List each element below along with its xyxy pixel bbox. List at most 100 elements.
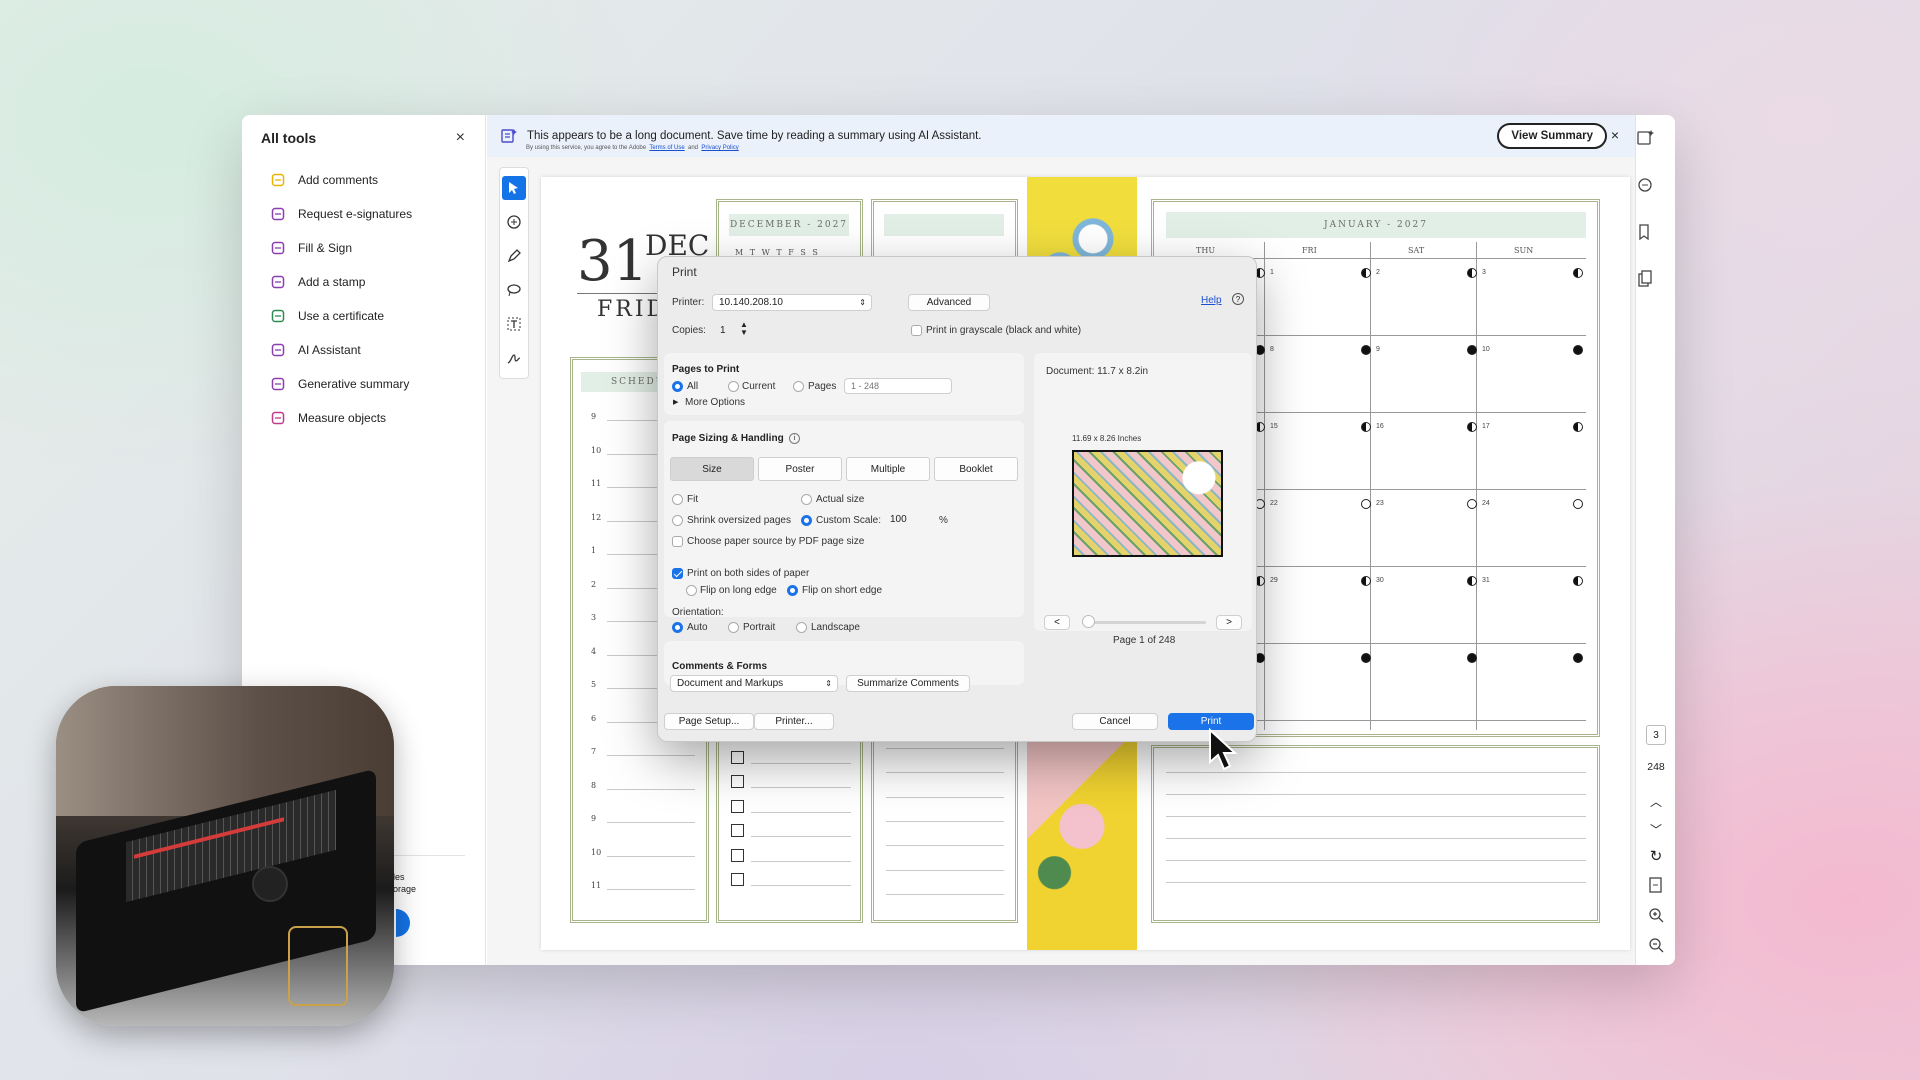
close-tools-button[interactable]: × xyxy=(456,129,465,147)
moon-phase-icon xyxy=(1361,268,1371,278)
moon-phase-icon xyxy=(1467,499,1477,509)
current-page-input[interactable]: 3 xyxy=(1646,725,1666,745)
tool-item-ai-assistant[interactable]: AI Assistant xyxy=(242,333,485,367)
note-line xyxy=(886,772,1004,774)
select-tool-button[interactable] xyxy=(502,176,526,200)
moon-phase-icon xyxy=(1467,268,1477,278)
preview-slider-track[interactable] xyxy=(1082,621,1206,624)
tool-item-measure-objects[interactable]: Measure objects xyxy=(242,401,485,435)
tool-item-fill-sign[interactable]: Fill & Sign xyxy=(242,231,485,265)
todo-checkbox[interactable] xyxy=(731,848,744,862)
preview-slider-thumb[interactable] xyxy=(1082,615,1095,628)
tab-booklet[interactable]: Booklet xyxy=(934,457,1018,481)
current-label: Current xyxy=(742,381,776,392)
page-fit-icon[interactable] xyxy=(1648,877,1664,893)
copies-stepper-icon[interactable]: ▲ ▼ xyxy=(740,321,748,337)
scale-input[interactable]: 100 xyxy=(884,511,930,528)
auto-radio[interactable] xyxy=(672,622,683,633)
moon-phase-icon xyxy=(1361,345,1371,355)
jan-day-number: 29 xyxy=(1270,577,1278,584)
paper-source-label: Choose paper source by PDF page size xyxy=(687,536,865,547)
grayscale-checkbox[interactable] xyxy=(911,325,922,336)
view-summary-button[interactable]: View Summary xyxy=(1497,123,1607,149)
ai-assistant-icon[interactable] xyxy=(1636,129,1654,147)
text-tool-button[interactable] xyxy=(502,312,526,336)
tool-item-request-e-signatures[interactable]: Request e-signatures xyxy=(242,197,485,231)
more-options-toggle[interactable]: More Options xyxy=(685,397,745,408)
highlight-tool-button[interactable] xyxy=(502,244,526,268)
actual-size-radio[interactable] xyxy=(801,494,812,505)
tab-multiple[interactable]: Multiple xyxy=(846,457,930,481)
sizing-title: Page Sizing & Handling xyxy=(672,433,784,444)
rotate-icon[interactable]: ↻ xyxy=(1636,847,1675,865)
both-sides-checkbox[interactable] xyxy=(672,568,683,579)
disclosure-triangle-icon[interactable]: ▶ xyxy=(673,398,678,406)
advanced-button[interactable]: Advanced xyxy=(908,294,990,311)
tab-poster[interactable]: Poster xyxy=(758,457,842,481)
cancel-button[interactable]: Cancel xyxy=(1072,713,1158,730)
pages-title: Pages to Print xyxy=(672,364,740,375)
footer-button[interactable] xyxy=(396,909,410,937)
january-band: JANUARY - 2027 xyxy=(1166,212,1586,238)
todo-checkbox[interactable] xyxy=(731,775,744,788)
printer-button[interactable]: Printer... xyxy=(754,713,834,730)
help-link[interactable]: Help xyxy=(1201,295,1222,306)
moon-phase-icon xyxy=(1467,653,1477,663)
chevron-up-icon[interactable]: ︿ xyxy=(1636,793,1675,810)
custom-scale-radio[interactable] xyxy=(801,515,812,526)
pages-radio[interactable] xyxy=(793,381,804,392)
fit-radio[interactable] xyxy=(672,494,683,505)
comment-icon[interactable] xyxy=(1636,176,1654,194)
todo-checkbox[interactable] xyxy=(731,873,744,886)
moon-phase-icon xyxy=(1573,345,1583,355)
prev-page-button[interactable]: < xyxy=(1044,615,1070,630)
todo-checkbox[interactable] xyxy=(731,799,744,813)
pages-icon[interactable] xyxy=(1636,270,1654,288)
banner-close-button[interactable]: × xyxy=(1611,127,1619,143)
note-line xyxy=(886,869,1004,871)
privacy-link[interactable]: Privacy Policy xyxy=(701,145,738,151)
bookmark-icon[interactable] xyxy=(1636,223,1654,241)
moon-phase-icon xyxy=(1573,499,1583,509)
moon-phase-icon xyxy=(1573,268,1583,278)
text-box-icon xyxy=(507,317,521,331)
comment-plus-icon xyxy=(507,215,521,229)
shrink-radio[interactable] xyxy=(672,515,683,526)
zoom-in-icon[interactable] xyxy=(1648,907,1664,923)
hour-label: 10 xyxy=(591,445,602,455)
flip-short-radio[interactable] xyxy=(787,585,798,596)
tool-item-generative-summary[interactable]: Generative summary xyxy=(242,367,485,401)
sign-tool-button[interactable] xyxy=(502,346,526,370)
draw-tool-button[interactable] xyxy=(502,278,526,302)
hour-label: 10 xyxy=(591,847,602,857)
tool-item-add-a-stamp[interactable]: Add a stamp xyxy=(242,265,485,299)
summarize-comments-button[interactable]: Summarize Comments xyxy=(846,675,970,692)
current-radio[interactable] xyxy=(728,381,739,392)
all-radio[interactable] xyxy=(672,381,683,392)
comment-tool-button[interactable] xyxy=(502,210,526,234)
portrait-radio[interactable] xyxy=(728,622,739,633)
tab-size[interactable]: Size xyxy=(670,457,754,481)
next-page-button[interactable]: > xyxy=(1216,615,1242,630)
schedule-line xyxy=(607,755,695,756)
tool-item-use-a-certificate[interactable]: Use a certificate xyxy=(242,299,485,333)
paper-source-checkbox[interactable] xyxy=(672,536,683,547)
tool-item-add-comments[interactable]: Add comments xyxy=(242,163,485,197)
comments-select[interactable]: Document and Markups ⇕ xyxy=(670,675,838,692)
todo-checkbox[interactable] xyxy=(731,824,744,837)
jan-day-number: 15 xyxy=(1270,423,1278,430)
info-icon[interactable]: ? xyxy=(1232,293,1244,305)
chevron-down-icon[interactable]: ﹀ xyxy=(1636,821,1675,838)
todo-checkbox[interactable] xyxy=(731,750,744,764)
december-band: DECEMBER - 2027 xyxy=(729,214,849,236)
printer-select[interactable]: 10.140.208.10 ⇕ xyxy=(712,294,872,311)
moon-phase-icon xyxy=(1361,576,1371,586)
flip-long-radio[interactable] xyxy=(686,585,697,596)
print-dialog: Print Printer: 10.140.208.10 ⇕ Advanced … xyxy=(657,256,1257,742)
landscape-radio[interactable] xyxy=(796,622,807,633)
terms-link[interactable]: Terms of Use xyxy=(649,145,684,151)
pages-range-input[interactable] xyxy=(844,378,952,394)
todo-line xyxy=(751,885,851,886)
zoom-out-icon[interactable] xyxy=(1648,937,1664,953)
page-setup-button[interactable]: Page Setup... xyxy=(664,713,754,730)
